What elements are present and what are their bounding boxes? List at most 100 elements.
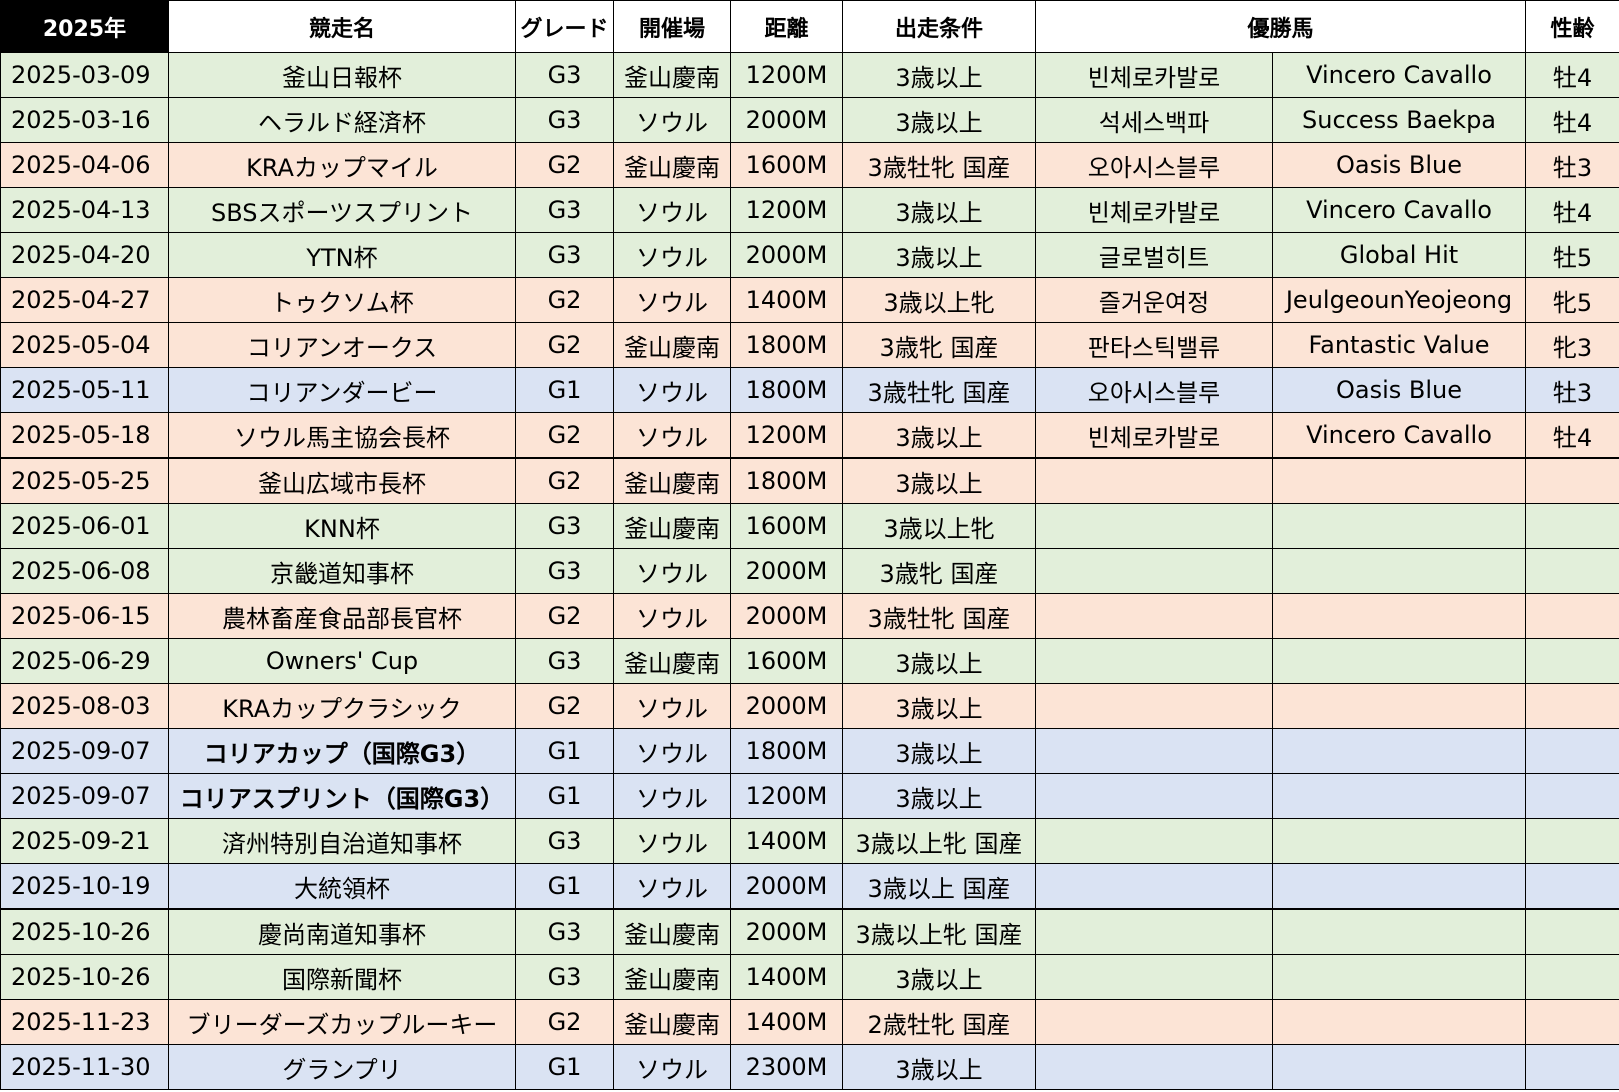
venue-cell: ソウル [613,818,731,864]
sex-age-cell: 牡5 [1525,232,1619,278]
table-row: 2025-03-16 ヘラルド経済杯 G3 ソウル 2000M 3歳以上 석세스백파 Succ… [0,97,1619,143]
date-cell: 2025-04-13 [0,187,169,233]
date-cell: 2025-03-09 [0,52,169,98]
winner-header: 優勝馬 [1034,0,1527,53]
winner-english-cell: JeulgeounYeojeong [1271,277,1527,323]
winner-english-cell: Vincero Cavallo [1271,52,1527,98]
table-row: 2025-05-18 ソウル馬主協会長杯 G2 ソウル 1200M 3歳以上 빈체로카발로 V… [0,412,1619,459]
sex-age-cell [1525,593,1619,639]
grade-cell: G1 [515,1044,614,1090]
table-row: 2025-06-29 Owners' Cup G3 釜山慶南 1600M 3歳以上 [0,638,1619,684]
race-name-cell: コリアスプリント（国際G3） [168,773,516,819]
grade-cell: G2 [515,683,614,729]
conditions-cell: 3歳以上牝 国産 [842,818,1036,864]
conditions-cell: 3歳以上 [842,52,1036,98]
venue-cell: 釜山慶南 [613,908,731,955]
sex-age-cell [1525,728,1619,774]
winner-korean-cell: 석세스백파 [1035,97,1273,143]
date-cell: 2025-09-21 [0,818,169,864]
grade-header: グレード [515,0,614,53]
grade-cell: G1 [515,367,614,413]
winner-english-cell [1271,1044,1527,1090]
venue-cell: 釜山慶南 [613,503,731,549]
distance-cell: 2000M [730,863,843,910]
grade-cell: G2 [515,593,614,639]
distance-cell: 1800M [730,728,843,774]
date-cell: 2025-10-26 [0,954,169,1000]
grade-cell: G3 [515,638,614,684]
sex-age-cell [1525,818,1619,864]
sex-age-cell [1525,773,1619,819]
conditions-cell: 3歳以上 [842,1044,1036,1090]
winner-korean-cell [1035,863,1273,910]
table-row: 2025-06-01 KNN杯 G3 釜山慶南 1600M 3歳以上牝 [0,503,1619,549]
sex-age-cell [1525,908,1619,955]
conditions-cell: 3歳以上 [842,457,1036,504]
distance-cell: 2000M [730,593,843,639]
race-name-cell: KRAカップマイル [168,142,516,188]
race-name-cell: 国際新聞杯 [168,954,516,1000]
distance-cell: 1400M [730,999,843,1045]
race-name-cell: SBSスポーツスプリント [168,187,516,233]
sex-age-cell: 牡4 [1525,97,1619,143]
distance-cell: 1400M [730,954,843,1000]
table-row: 2025-03-09 釜山日報杯 G3 釜山慶南 1200M 3歳以上 빈체로카발로 Vinc… [0,52,1619,98]
winner-korean-cell [1035,999,1273,1045]
table-row: 2025-11-30 グランプリ G1 ソウル 2300M 3歳以上 [0,1044,1619,1090]
sex-age-cell [1525,548,1619,594]
race-name-cell: ヘラルド経済杯 [168,97,516,143]
table-row: 2025-09-07 コリアカップ（国際G3） G1 ソウル 1800M 3歳以上 [0,728,1619,774]
table-row: 2025-09-21 済州特別自治道知事杯 G3 ソウル 1400M 3歳以上牝 国産 [0,818,1619,864]
winner-english-cell: Oasis Blue [1271,367,1527,413]
table-row: 2025-05-11 コリアンダービー G1 ソウル 1800M 3歳牡牝 国産 오아시스블… [0,367,1619,413]
year-header: 2025年 [0,0,169,53]
grade-cell: G3 [515,52,614,98]
date-cell: 2025-03-16 [0,97,169,143]
header-row: 2025年 競走名 グレード 開催場 距離 出走条件 優勝馬 性齢 [0,0,1619,53]
date-cell: 2025-06-29 [0,638,169,684]
winner-korean-cell [1035,548,1273,594]
table-row: 2025-04-20 YTN杯 G3 ソウル 2000M 3歳以上 글로벌히트 Global … [0,232,1619,278]
table-row: 2025-08-03 KRAカップクラシック G2 ソウル 2000M 3歳以上 [0,683,1619,729]
winner-korean-cell [1035,728,1273,774]
grade-cell: G3 [515,818,614,864]
grade-cell: G2 [515,412,614,459]
conditions-cell: 3歳以上 [842,773,1036,819]
distance-header: 距離 [730,0,843,53]
conditions-cell: 3歳以上 [842,187,1036,233]
date-cell: 2025-05-25 [0,457,169,504]
conditions-cell: 2歳牡牝 国産 [842,999,1036,1045]
race-name-cell: コリアカップ（国際G3） [168,728,516,774]
grade-cell: G3 [515,954,614,1000]
winner-korean-cell [1035,954,1273,1000]
distance-cell: 2000M [730,548,843,594]
date-cell: 2025-10-19 [0,863,169,910]
winner-english-cell [1271,457,1527,504]
race-name-cell: 済州特別自治道知事杯 [168,818,516,864]
winner-korean-cell [1035,1044,1273,1090]
race-name-cell: KNN杯 [168,503,516,549]
distance-cell: 2000M [730,97,843,143]
table-row: 2025-10-26 国際新聞杯 G3 釜山慶南 1400M 3歳以上 [0,954,1619,1000]
race-name-cell: 釜山広域市長杯 [168,457,516,504]
table-row: 2025-06-15 農林畜産食品部長官杯 G2 ソウル 2000M 3歳牡牝 国産 [0,593,1619,639]
winner-english-cell: Vincero Cavallo [1271,187,1527,233]
winner-korean-cell [1035,773,1273,819]
table-row: 2025-06-08 京畿道知事杯 G3 ソウル 2000M 3歳牝 国産 [0,548,1619,594]
winner-korean-cell [1035,593,1273,639]
date-cell: 2025-09-07 [0,773,169,819]
winner-english-cell [1271,999,1527,1045]
grade-cell: G1 [515,863,614,910]
grade-cell: G2 [515,457,614,504]
winner-korean-cell [1035,908,1273,955]
distance-cell: 1800M [730,322,843,368]
race-name-cell: グランプリ [168,1044,516,1090]
sex-age-header: 性齢 [1525,0,1619,53]
winner-korean-cell: 글로벌히트 [1035,232,1273,278]
winner-english-cell: Vincero Cavallo [1271,412,1527,459]
distance-cell: 1200M [730,187,843,233]
table-row: 2025-09-07 コリアスプリント（国際G3） G1 ソウル 1200M 3歳以上 [0,773,1619,819]
grade-cell: G3 [515,232,614,278]
grade-cell: G3 [515,548,614,594]
conditions-cell: 3歳牝 国産 [842,548,1036,594]
